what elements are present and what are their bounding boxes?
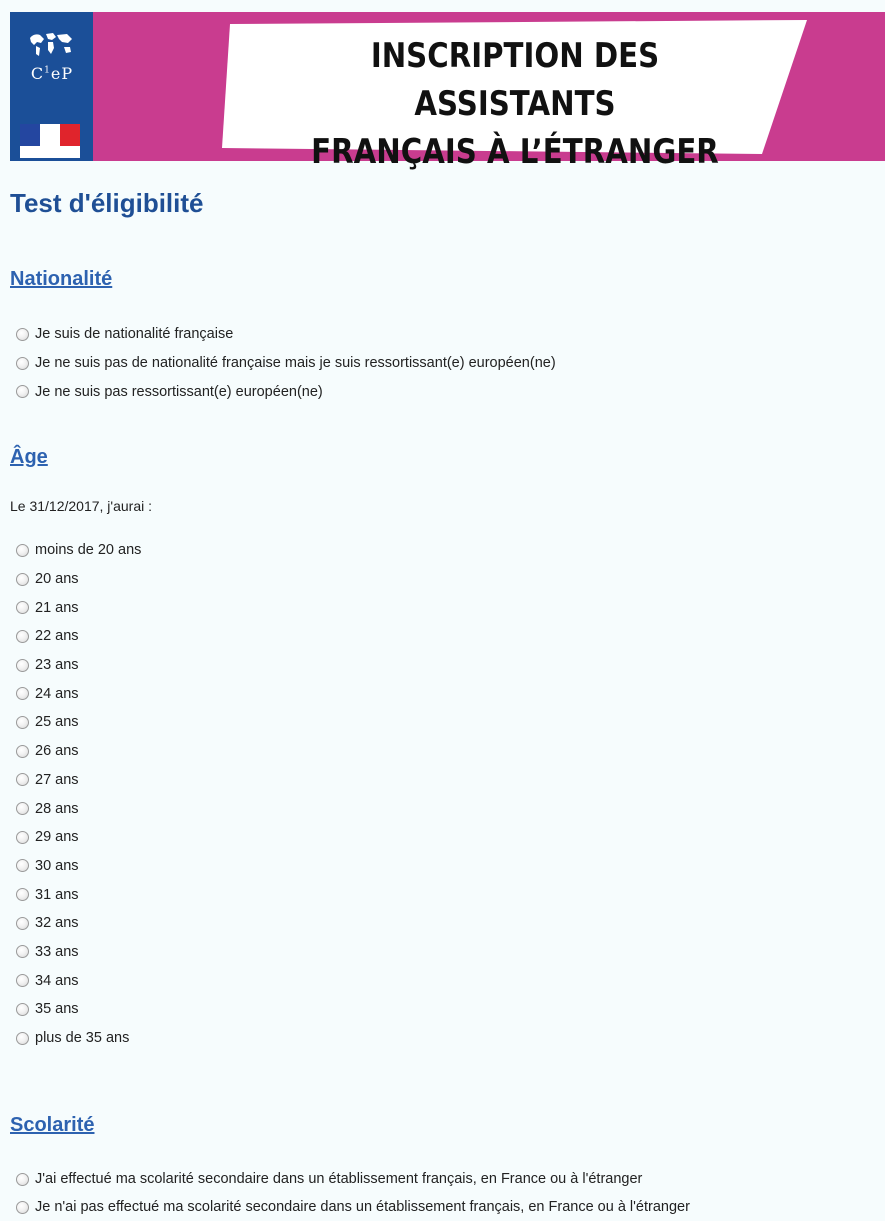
radio-button[interactable] <box>16 744 29 758</box>
radio-label: 25 ans <box>35 714 79 731</box>
radio-button[interactable] <box>16 859 29 873</box>
radio-button[interactable] <box>16 601 29 615</box>
radio-option[interactable]: Je ne suis pas ressortissant(e) européen… <box>16 377 556 406</box>
page-title: Test d'éligibilité <box>10 188 204 218</box>
radio-label: 32 ans <box>35 915 79 932</box>
radio-button[interactable] <box>16 1200 29 1214</box>
radio-label: 24 ans <box>35 685 79 702</box>
radio-option[interactable]: Je suis de nationalité française <box>16 320 556 349</box>
radio-label: Je ne suis pas de nationalité française … <box>35 355 556 372</box>
radio-label: 21 ans <box>35 599 79 616</box>
radio-option[interactable]: 29 ans <box>16 823 141 852</box>
radio-button[interactable] <box>16 572 29 586</box>
section-title-age: Âge <box>10 446 48 468</box>
radio-button[interactable] <box>16 715 29 729</box>
site-header: C1eP INSCRIPTION DES ASSISTANTS FRANÇAIS… <box>10 12 885 172</box>
radio-option[interactable]: 22 ans <box>16 622 141 651</box>
radio-button[interactable] <box>16 945 29 959</box>
ciep-logo[interactable]: C1eP <box>10 12 93 161</box>
radio-button[interactable] <box>16 1172 29 1186</box>
radio-button[interactable] <box>16 802 29 816</box>
logo-wordmark: C1eP <box>30 64 74 83</box>
radio-option[interactable]: plus de 35 ans <box>16 1024 141 1053</box>
radio-label: Je suis de nationalité française <box>35 326 234 343</box>
banner-title-line-2: FRANÇAIS À L’ÉTRANGER <box>311 132 719 172</box>
radio-label: 22 ans <box>35 628 79 645</box>
age-options: moins de 20 ans 20 ans 21 ans 22 ans 23 … <box>16 536 141 1052</box>
radio-option[interactable]: 23 ans <box>16 651 141 680</box>
radio-option[interactable]: 21 ans <box>16 593 141 622</box>
radio-option[interactable]: Je n'ai pas effectué ma scolarité second… <box>16 1193 690 1221</box>
radio-button[interactable] <box>16 356 29 370</box>
radio-option[interactable]: 28 ans <box>16 794 141 823</box>
radio-option[interactable]: 31 ans <box>16 880 141 909</box>
radio-option[interactable]: 33 ans <box>16 938 141 967</box>
radio-option[interactable]: J'ai effectué ma scolarité secondaire da… <box>16 1165 690 1193</box>
radio-button[interactable] <box>16 543 29 557</box>
radio-button[interactable] <box>16 916 29 930</box>
radio-option[interactable]: moins de 20 ans <box>16 536 141 565</box>
radio-label: 31 ans <box>35 886 79 903</box>
scolarite-options: J'ai effectué ma scolarité secondaire da… <box>16 1165 690 1221</box>
radio-label: 27 ans <box>35 771 79 788</box>
nationalite-options: Je suis de nationalité française Je ne s… <box>16 320 556 406</box>
radio-option[interactable]: Je ne suis pas de nationalité française … <box>16 349 556 378</box>
banner-title: INSCRIPTION DES ASSISTANTS FRANÇAIS À L’… <box>270 32 760 176</box>
radio-option[interactable]: 26 ans <box>16 737 141 766</box>
radio-button[interactable] <box>16 974 29 988</box>
radio-button[interactable] <box>16 830 29 844</box>
radio-label: 26 ans <box>35 743 79 760</box>
radio-button[interactable] <box>16 1002 29 1016</box>
radio-label: Je ne suis pas ressortissant(e) européen… <box>35 383 323 400</box>
age-intro: Le 31/12/2017, j'aurai : <box>10 498 153 514</box>
radio-option[interactable]: 25 ans <box>16 708 141 737</box>
radio-label: Je n'ai pas effectué ma scolarité second… <box>35 1199 690 1215</box>
radio-option[interactable]: 35 ans <box>16 995 141 1024</box>
radio-option[interactable]: 32 ans <box>16 909 141 938</box>
section-title-nationalite: Nationalité <box>10 268 113 290</box>
ministry-flag-logo <box>20 124 80 158</box>
radio-option[interactable]: 30 ans <box>16 852 141 881</box>
radio-button[interactable] <box>16 629 29 643</box>
world-map-icon <box>30 33 72 56</box>
radio-button[interactable] <box>16 1031 29 1045</box>
radio-label: moins de 20 ans <box>35 542 142 559</box>
radio-button[interactable] <box>16 773 29 787</box>
radio-option[interactable]: 24 ans <box>16 679 141 708</box>
radio-label: 30 ans <box>35 857 79 874</box>
radio-button[interactable] <box>16 687 29 701</box>
radio-button[interactable] <box>16 385 29 399</box>
radio-button[interactable] <box>16 327 29 341</box>
radio-label: plus de 35 ans <box>35 1030 130 1047</box>
radio-label: 23 ans <box>35 657 79 674</box>
radio-label: 35 ans <box>35 1001 79 1018</box>
section-title-scolarite: Scolarité <box>10 1114 95 1136</box>
radio-label: 33 ans <box>35 943 79 960</box>
radio-option[interactable]: 34 ans <box>16 966 141 995</box>
radio-label: 34 ans <box>35 972 79 989</box>
radio-label: 28 ans <box>35 800 79 817</box>
radio-button[interactable] <box>16 888 29 902</box>
radio-label: J'ai effectué ma scolarité secondaire da… <box>35 1171 643 1187</box>
radio-label: 29 ans <box>35 829 79 846</box>
radio-label: 20 ans <box>35 571 79 588</box>
radio-option[interactable]: 27 ans <box>16 766 141 795</box>
radio-button[interactable] <box>16 658 29 672</box>
radio-option[interactable]: 20 ans <box>16 565 141 594</box>
banner-title-line-1: INSCRIPTION DES ASSISTANTS <box>370 36 660 124</box>
